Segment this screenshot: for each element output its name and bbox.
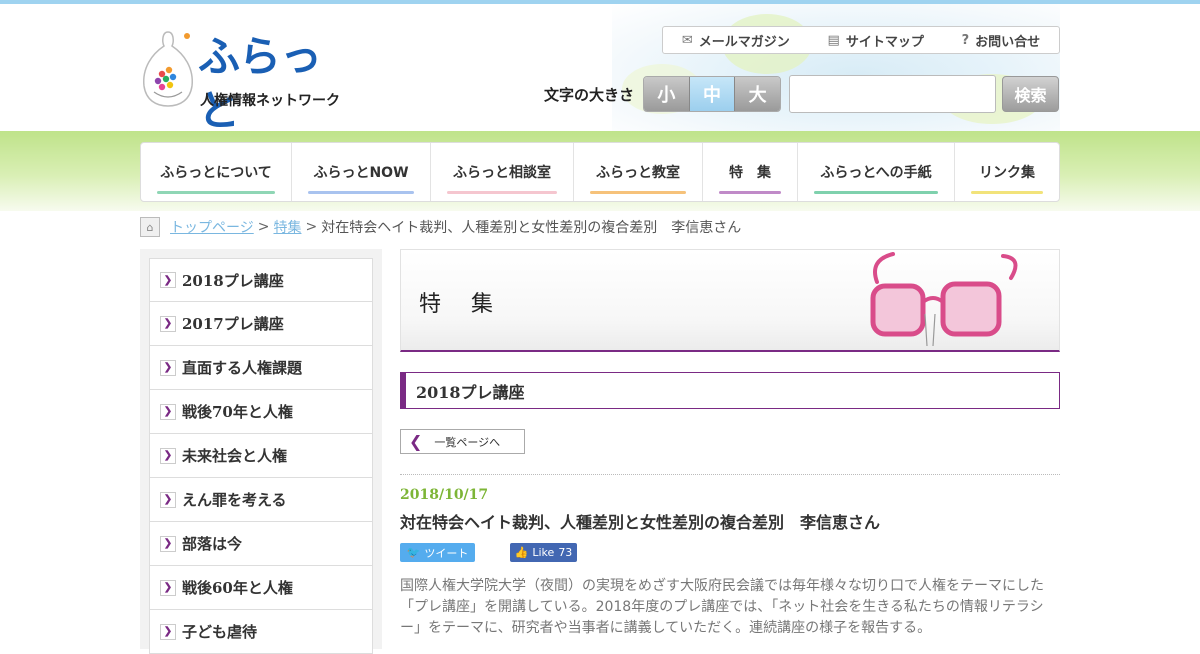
nav-item-label: ふらっと相談室 <box>453 165 551 181</box>
nav-underline <box>308 191 414 194</box>
chevron-right-icon: ❯ <box>160 359 176 376</box>
site-logo[interactable]: ふらっと 人権情報ネットワーク <box>140 28 340 135</box>
home-icon[interactable]: ⌂ <box>140 217 160 237</box>
breadcrumb-separator: > <box>257 219 270 235</box>
breadcrumb-home-link[interactable]: トップページ <box>170 217 254 237</box>
post-date: 2018/10/17 <box>400 487 489 503</box>
sidebar-item-label: 戦後70年と人権 <box>182 403 293 421</box>
font-size-large-button[interactable]: 大 <box>735 77 780 111</box>
sidebar-item[interactable]: ❯ えん罪を考える <box>149 478 373 522</box>
utility-links: ✉ メールマガジン ▤ サイトマップ ? お問い合せ <box>662 26 1060 54</box>
logo-subtitle: 人権情報ネットワーク <box>200 93 340 109</box>
nav-underline <box>719 191 781 194</box>
sidebar-item[interactable]: ❯ 未来社会と人権 <box>149 434 373 478</box>
nav-underline <box>157 191 275 194</box>
sidebar-item-label: 子ども虐待 <box>182 623 258 641</box>
chevron-right-icon: ❯ <box>160 272 176 288</box>
breadcrumb: ⌂ トップページ > 特集 > 対在特会ヘイト裁判、人種差別と女性差別の複合差別… <box>140 217 741 237</box>
sidebar-item-label: 2017プレ講座 <box>182 315 284 333</box>
nav-item-now[interactable]: ふらっとNOW <box>292 143 431 201</box>
breadcrumb-separator: > <box>305 219 318 235</box>
sidebar-item-label: 直面する人権課題 <box>182 359 303 377</box>
sidebar-item[interactable]: ❯ 戦後60年と人権 <box>149 566 373 610</box>
breadcrumb-section-link[interactable]: 特集 <box>273 217 301 237</box>
feature-banner: 特 集 <box>400 249 1060 352</box>
sidebar-item[interactable]: ❯ 戦後70年と人権 <box>149 390 373 434</box>
back-to-list-button[interactable]: ❮ 一覧ページへ <box>400 429 525 454</box>
question-icon: ? <box>961 32 970 48</box>
nav-item-label: 特 集 <box>729 165 771 181</box>
section-heading: 2018プレ講座 <box>400 372 1060 409</box>
sidebar-item-label: えん罪を考える <box>182 491 287 509</box>
chevron-right-icon: ❯ <box>160 491 176 508</box>
thumbs-up-icon: 👍 <box>514 546 529 559</box>
nav-item-links[interactable]: リンク集 <box>955 143 1059 201</box>
mail-magazine-link[interactable]: ✉ メールマガジン <box>682 31 790 50</box>
tweet-label: ツイート <box>424 546 469 560</box>
facebook-like-button[interactable]: 👍 Like 73 <box>510 543 577 562</box>
nav-item-label: ふらっとについて <box>160 165 272 181</box>
nav-underline <box>590 191 686 194</box>
util-link-label: メールマガジン <box>698 34 790 50</box>
logo-text: ふらっと <box>198 32 322 135</box>
tweet-button[interactable]: 🐦 ツイート <box>400 543 475 562</box>
page-title: 特 集 <box>419 292 498 317</box>
nav-item-label: ふらっとNOW <box>313 165 409 181</box>
sidebar-item-label: 戦後60年と人権 <box>182 579 293 597</box>
nav-item-feature[interactable]: 特 集 <box>703 143 798 201</box>
font-size-selector: 小 中 大 <box>643 76 781 112</box>
logo-mark-icon <box>143 31 193 107</box>
chevron-right-icon: ❯ <box>160 623 176 640</box>
nav-item-about[interactable]: ふらっとについて <box>141 143 292 201</box>
util-link-label: お問い合せ <box>975 34 1041 50</box>
chevron-left-icon: ❮ <box>409 432 423 451</box>
font-size-label: 文字の大きさ <box>544 86 635 104</box>
search-input[interactable] <box>789 75 996 113</box>
font-size-small-button[interactable]: 小 <box>644 77 690 111</box>
sidebar-item[interactable]: ❯ 2017プレ講座 <box>149 302 373 346</box>
like-label: Like <box>532 546 555 559</box>
nav-underline <box>814 191 938 194</box>
sidebar-item[interactable]: ❯ 子ども虐待 <box>149 610 373 654</box>
sidebar-item[interactable]: ❯ 直面する人権課題 <box>149 346 373 390</box>
nav-item-consultation[interactable]: ふらっと相談室 <box>431 143 574 201</box>
glasses-illustration-icon <box>870 252 1018 347</box>
breadcrumb-current: 対在特会ヘイト裁判、人種差別と女性差別の複合差別 李信恵さん <box>321 220 742 236</box>
font-size-medium-button[interactable]: 中 <box>689 77 736 111</box>
sidebar-item-label: 部落は今 <box>182 535 243 553</box>
global-nav: ふらっとについて ふらっとNOW ふらっと相談室 ふらっと教室 特 集 ふらっと… <box>140 142 1060 202</box>
util-link-label: サイトマップ <box>845 34 924 50</box>
mail-icon: ✉ <box>681 32 693 48</box>
divider <box>400 474 1060 475</box>
post-title[interactable]: 対在特会ヘイト裁判、人種差別と女性差別の複合差別 李信恵さん <box>400 509 880 533</box>
sitemap-icon: ▤ <box>827 32 840 48</box>
nav-item-label: ふらっとへの手紙 <box>820 165 932 181</box>
like-count: 73 <box>558 546 573 559</box>
chevron-right-icon: ❯ <box>160 315 176 332</box>
twitter-bird-icon: 🐦 <box>406 546 421 559</box>
back-to-list-label: 一覧ページへ <box>434 435 501 449</box>
chevron-right-icon: ❯ <box>160 403 176 420</box>
nav-item-classroom[interactable]: ふらっと教室 <box>574 143 703 201</box>
sidebar-item[interactable]: ❯ 部落は今 <box>149 522 373 566</box>
nav-underline <box>447 191 557 194</box>
sidebar-item[interactable]: ❯ 2018プレ講座 <box>149 258 373 302</box>
chevron-right-icon: ❯ <box>160 535 176 552</box>
contact-link[interactable]: ? お問い合せ <box>962 31 1041 50</box>
chevron-right-icon: ❯ <box>160 579 176 596</box>
nav-item-letters[interactable]: ふらっとへの手紙 <box>798 143 955 201</box>
sitemap-link[interactable]: ▤ サイトマップ <box>828 31 924 50</box>
nav-underline <box>971 191 1043 194</box>
nav-item-label: リンク集 <box>979 165 1035 181</box>
sidebar-item-label: 2018プレ講座 <box>182 271 284 290</box>
sidebar-item-label: 未来社会と人権 <box>182 447 288 465</box>
sidebar: ❯ 2018プレ講座 ❯ 2017プレ講座 ❯ 直面する人権課題 ❯ 戦後70年と人権 … <box>140 249 382 654</box>
search-button[interactable]: 検索 <box>1002 76 1059 112</box>
chevron-right-icon: ❯ <box>160 447 176 464</box>
nav-item-label: ふらっと教室 <box>596 165 680 181</box>
